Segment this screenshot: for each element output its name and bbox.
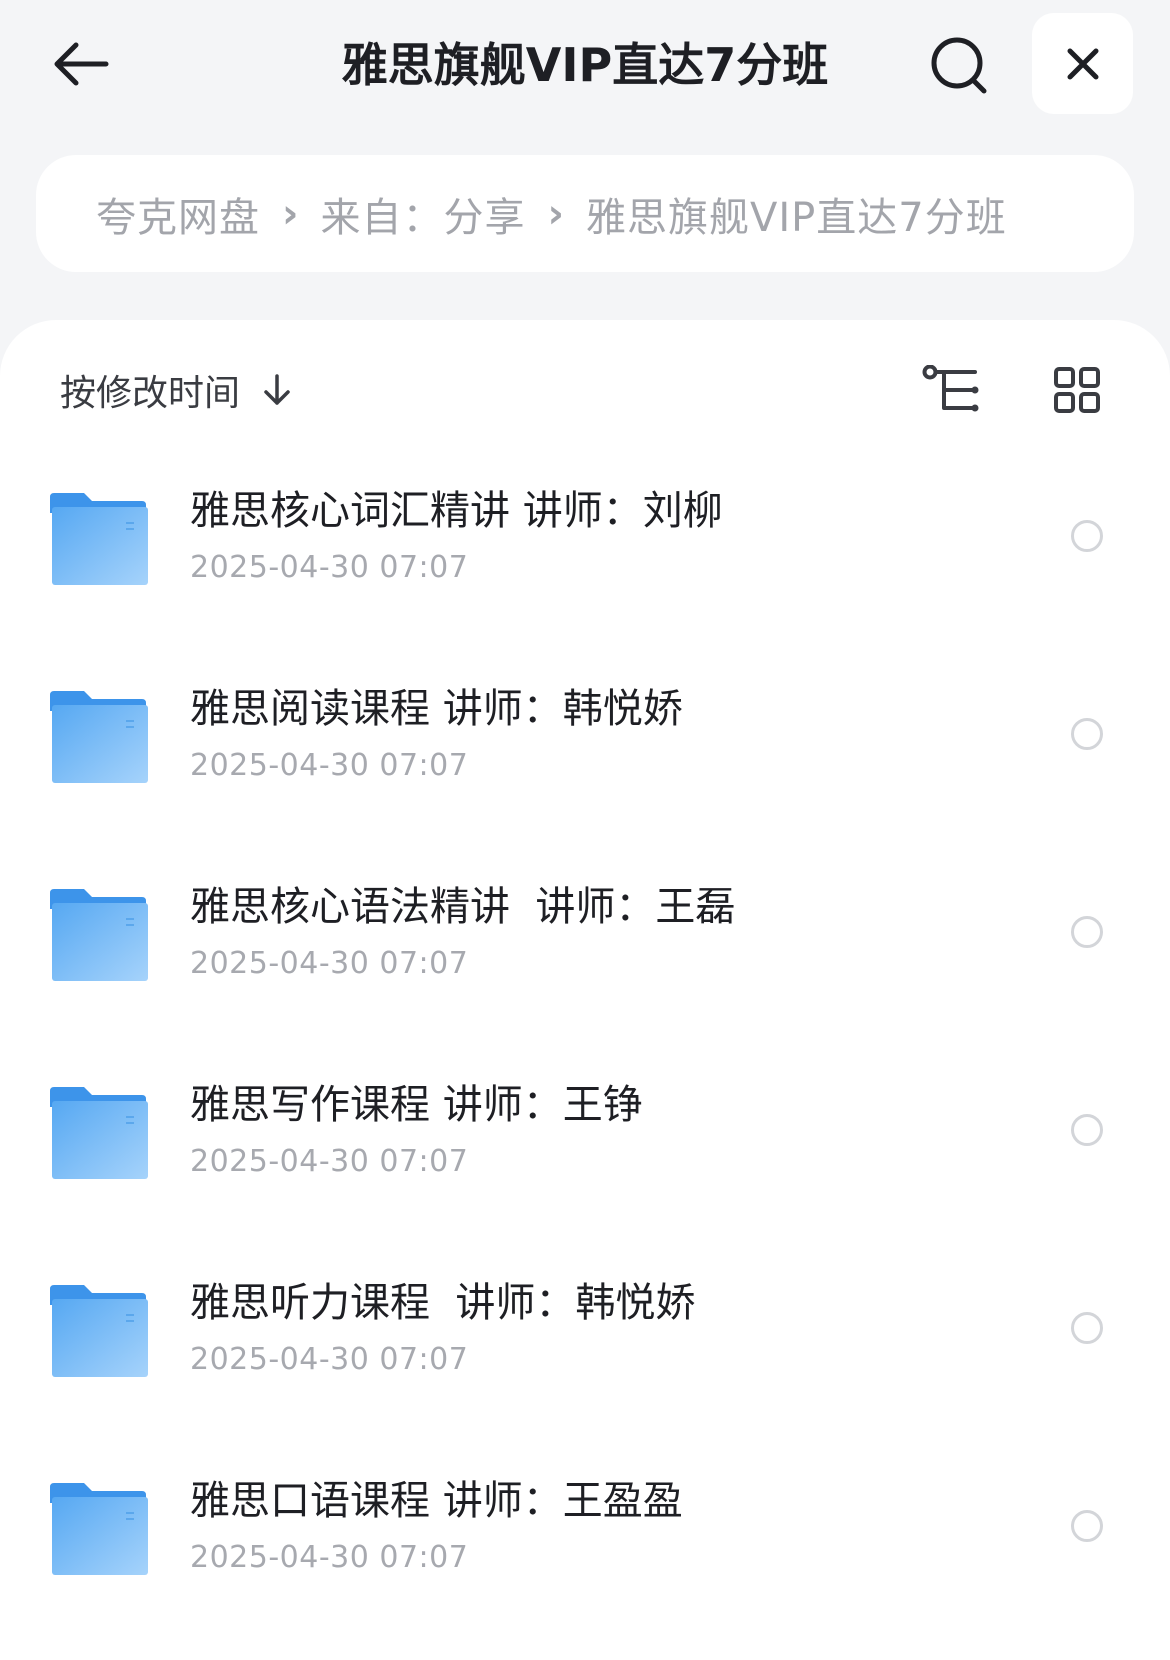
select-checkbox[interactable] <box>1071 1510 1103 1542</box>
file-date: 2025-04-30 07:07 <box>190 1144 469 1179</box>
sort-label: 按修改时间 <box>60 373 241 414</box>
grid-view-button[interactable] <box>1045 358 1109 422</box>
file-date: 2025-04-30 07:07 <box>190 748 469 783</box>
breadcrumb-separator: › <box>282 190 299 237</box>
file-name: 雅思听力课程 讲师：韩悦娇 <box>190 1280 696 1326</box>
file-list: 雅思核心词汇精讲 讲师：刘柳 2025-04-30 07:07 雅思阅读课程 讲… <box>0 460 1170 1648</box>
file-row[interactable]: 雅思写作课程 讲师：王铮 2025-04-30 07:07 <box>0 1054 1170 1252</box>
select-checkbox[interactable] <box>1071 916 1103 948</box>
breadcrumb-item-current: 雅思旗舰VIP直达7分班 <box>585 194 1007 241</box>
grid-view-icon <box>1054 367 1100 413</box>
select-checkbox[interactable] <box>1071 520 1103 552</box>
tree-view-icon <box>922 365 979 412</box>
close-icon <box>1067 48 1098 79</box>
file-name: 雅思核心词汇精讲 讲师：刘柳 <box>190 488 723 534</box>
folder-icon <box>50 1285 148 1377</box>
page-title: 雅思旗舰VIP直达7分班 <box>341 38 829 92</box>
select-checkbox[interactable] <box>1071 1114 1103 1146</box>
folder-icon <box>50 889 148 981</box>
file-name: 雅思核心语法精讲 讲师：王磊 <box>190 884 736 930</box>
breadcrumb-item-root[interactable]: 夸克网盘 <box>96 185 260 243</box>
folder-icon <box>50 1087 148 1179</box>
file-row[interactable]: 雅思听力课程 讲师：韩悦娇 2025-04-30 07:07 <box>0 1252 1170 1450</box>
search-button[interactable] <box>922 28 998 104</box>
file-panel: 按修改时间 雅思核心词汇精讲 讲师：刘柳 2025-04-30 07:07 雅思… <box>0 320 1170 1660</box>
select-checkbox[interactable] <box>1071 718 1103 750</box>
search-icon <box>931 37 987 94</box>
file-row[interactable]: 雅思阅读课程 讲师：韩悦娇 2025-04-30 07:07 <box>0 658 1170 856</box>
file-row[interactable]: 雅思核心语法精讲 讲师：王磊 2025-04-30 07:07 <box>0 856 1170 1054</box>
file-date: 2025-04-30 07:07 <box>190 550 469 585</box>
file-row[interactable]: 雅思核心词汇精讲 讲师：刘柳 2025-04-30 07:07 <box>0 460 1170 658</box>
file-row[interactable]: 雅思口语课程 讲师：王盈盈 2025-04-30 07:07 <box>0 1450 1170 1648</box>
arrow-down-icon <box>262 373 292 407</box>
folder-icon <box>50 1483 148 1575</box>
file-date: 2025-04-30 07:07 <box>190 1342 469 1377</box>
file-name: 雅思写作课程 讲师：王铮 <box>190 1082 643 1128</box>
back-button[interactable] <box>45 28 117 100</box>
file-name: 雅思口语课程 讲师：王盈盈 <box>190 1478 683 1524</box>
close-button[interactable] <box>1032 13 1133 114</box>
folder-icon <box>50 691 148 783</box>
breadcrumb-separator: › <box>547 190 564 237</box>
folder-icon <box>50 493 148 585</box>
breadcrumb: 夸克网盘 › 来自：分享 › 雅思旗舰VIP直达7分班 <box>36 155 1134 272</box>
file-date: 2025-04-30 07:07 <box>190 946 469 981</box>
select-checkbox[interactable] <box>1071 1312 1103 1344</box>
tree-view-button[interactable] <box>920 358 984 422</box>
sort-button[interactable]: 按修改时间 <box>60 362 292 418</box>
file-name: 雅思阅读课程 讲师：韩悦娇 <box>190 686 683 732</box>
arrow-left-icon <box>54 42 109 86</box>
breadcrumb-item-share[interactable]: 来自：分享 <box>320 185 525 243</box>
file-date: 2025-04-30 07:07 <box>190 1540 469 1575</box>
header: 雅思旗舰VIP直达7分班 <box>0 0 1170 130</box>
